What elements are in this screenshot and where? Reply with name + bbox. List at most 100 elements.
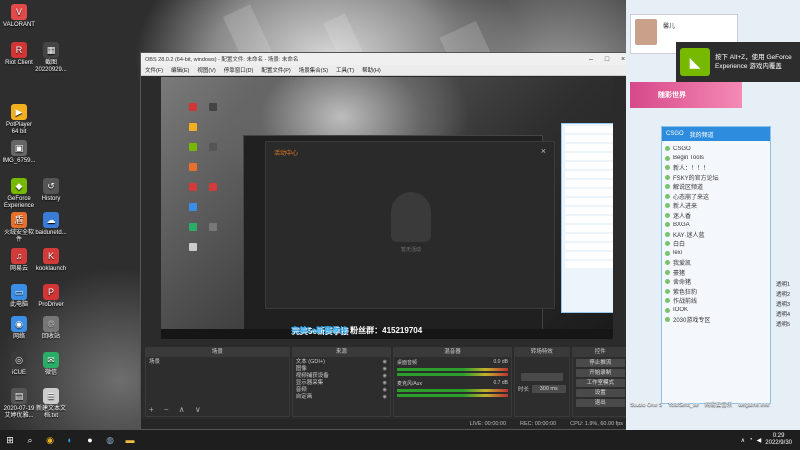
network-icon[interactable]: ◔ [749, 437, 753, 443]
desktop-icon[interactable]: ✉ 微信 [34, 352, 68, 377]
volume-icon[interactable]: ◀ [757, 437, 762, 444]
menu-view[interactable]: 视图(V) [197, 66, 215, 74]
qq-tab[interactable]: 我的频道 [690, 130, 714, 139]
side-user-item[interactable]: 透明5 [776, 320, 800, 330]
settings-button[interactable]: 设置 [575, 389, 626, 397]
duration-input[interactable]: 300 ms [531, 385, 566, 393]
desktop-icon[interactable]: ◉ 网络 [2, 316, 36, 341]
qq-member-row[interactable]: 作战前线 [665, 296, 767, 306]
source-item[interactable]: 显示器采集 ◉ [296, 380, 387, 387]
qq-member-row[interactable]: 迷人香 [665, 211, 767, 221]
explorer-icon[interactable]: ▬ [120, 430, 140, 450]
qq-member-row[interactable]: 心态崩了来这 [665, 192, 767, 202]
desktop-icon[interactable]: ◎ iCUE [2, 352, 36, 377]
mixer-dock[interactable]: 混音器 桌面音频 0.0 dB 麦克风/Aux 0.7 dB [392, 347, 512, 417]
qq-member-row[interactable]: IOOK [665, 306, 767, 316]
qq-member-row[interactable]: Begin Tools [665, 154, 767, 164]
obs-preview[interactable]: 活动中心 × 暂无活动 完美5e新赛季接 粉丝群：415219704 [161, 77, 613, 339]
desktop-icon[interactable]: Kkooklaunch [34, 248, 68, 273]
source-item[interactable]: 文本 (GDI+) ◉ [296, 359, 387, 366]
qq-member-row[interactable]: 2030游戏专区 [665, 315, 767, 325]
transitions-dock[interactable]: 转场特效 时长 300 ms [513, 347, 570, 417]
qq-member-row[interactable]: 豪猪 [665, 268, 767, 278]
side-user-item[interactable]: 透明4 [776, 310, 800, 320]
steam-icon[interactable]: ◍ [100, 430, 120, 450]
exit-button[interactable]: 退出 [575, 399, 626, 407]
menu-file[interactable]: 文件(F) [145, 66, 163, 74]
desktop-icon[interactable]: ☁ baidunetd... [34, 212, 68, 237]
volume-slider[interactable] [396, 373, 508, 376]
transition-select[interactable] [520, 373, 563, 381]
obs-window[interactable]: OBS 28.0.2 (64-bit, windows) - 配置文件: 未命名… [140, 52, 632, 430]
qq-member-row[interactable]: FSKY的官方论坛 [665, 173, 767, 183]
clock[interactable]: 0:29 2022/9/30 [765, 433, 792, 447]
search-icon[interactable]: ⌕ [20, 430, 40, 450]
qq-member-row[interactable]: KAY·迷人蓝 [665, 230, 767, 240]
desktop-icon[interactable]: ▦ 截图 20220929... [34, 42, 68, 74]
qq-member-row[interactable]: 我爱凯 [665, 258, 767, 268]
desktop-icon[interactable]: ▣ IMG_6759... [2, 140, 36, 165]
chrome-icon[interactable]: ◉ [40, 430, 60, 450]
minimize-icon[interactable]: – [583, 56, 599, 63]
promo-banner[interactable]: 随彩世界 [630, 82, 742, 108]
source-item[interactable]: 音频 ◉ [296, 387, 387, 394]
start-recording-button[interactable]: 开始录制 [575, 369, 626, 377]
obs-titlebar[interactable]: OBS 28.0.2 (64-bit, windows) - 配置文件: 未命名… [141, 53, 631, 65]
wegame-label[interactable]: wegame.exe [738, 402, 769, 408]
source-item[interactable]: 图像 ◉ [296, 366, 387, 373]
desktop-icon[interactable]: ▭ 此电脑 [2, 284, 36, 309]
qq-member-row[interactable]: 新人进来 [665, 201, 767, 211]
qq-channel-window[interactable]: CSGO 我的频道 CSGO Begin Tools 新人：！！！ FSKY的官方论坛… [661, 126, 771, 404]
netease-label[interactable]: 网易云音乐 [705, 400, 733, 408]
desktop-icon[interactable]: ♫ 网易云 [2, 248, 36, 273]
side-user-item[interactable]: 透明3 [776, 300, 800, 310]
desktop-icon[interactable]: ▤ 2020-07-19 艾婷优雅... [2, 388, 36, 420]
desktop-icon[interactable]: R Riot Client [2, 42, 36, 67]
desktop-icon[interactable]: ≣ 新建文本文档.txt [34, 388, 68, 420]
side-user-item[interactable]: 透明2 [776, 290, 800, 300]
menu-tools[interactable]: 工具(T) [336, 66, 354, 74]
desktop-icon[interactable]: P ProDriver [34, 284, 68, 309]
tray-chevron-icon[interactable]: ∧ [741, 437, 745, 444]
desktop-icon[interactable]: ↺ History [34, 178, 68, 203]
qq-member-row[interactable]: CSGO [665, 144, 767, 154]
scene-item[interactable]: 场景 [149, 359, 286, 366]
volume-slider[interactable] [396, 394, 508, 397]
geforce-notification[interactable]: ◣ 按下 Alt+Z，使用 GeForce Experience 游戏内覆盖 [676, 42, 800, 82]
qq-member-row[interactable]: BXGA [665, 220, 767, 230]
stop-stream-button[interactable]: 停止推流 [575, 359, 626, 367]
studio-mode-button[interactable]: 工作室模式 [575, 379, 626, 387]
activity-center-dialog[interactable]: 活动中心 × 暂无活动 [265, 141, 555, 309]
edge-icon[interactable]: ◐ [60, 430, 80, 450]
desktop-icon[interactable]: 盾火绒安全软件 [2, 212, 36, 244]
menu-edit[interactable]: 编辑(E) [171, 66, 189, 74]
menu-profile[interactable]: 配置文件(P) [261, 66, 290, 74]
scenes-dock[interactable]: 场景 场景 + − ∧ ∨ [145, 347, 290, 417]
sources-dock[interactable]: 来源 文本 (GDI+) ◉ 图像 ◉ 视频捕获设备 ◉ 显示器采集 ◉ 音频 ◉ 自定画… [291, 347, 391, 417]
source-item[interactable]: 视频捕获设备 ◉ [296, 373, 387, 380]
qq-member-row[interactable]: 解说区频道 [665, 182, 767, 192]
qq-member-row[interactable]: 舍命猪 [665, 277, 767, 287]
side-user-item[interactable]: 透明1 [776, 280, 800, 290]
source-item[interactable]: 自定画 ◉ [296, 394, 387, 401]
menu-help[interactable]: 帮助(H) [362, 66, 381, 74]
windows-icon[interactable]: ⊞ [0, 430, 20, 450]
desktop-icon[interactable]: ◆ GeForce Experience [2, 178, 36, 210]
scenes-dock-controls[interactable]: + − ∧ ∨ [149, 405, 205, 414]
menu-scene-collection[interactable]: 场景集合(S) [299, 66, 328, 74]
qq-member-row[interactable]: lexi [665, 249, 767, 259]
menu-docks[interactable]: 停靠窗口(D) [224, 66, 254, 74]
yolo-label[interactable]: YoloSent_se [668, 402, 699, 408]
desktop-icon[interactable]: ♲ 回收站 [34, 316, 68, 341]
qq-member-row[interactable]: 紫色狂豹 [665, 287, 767, 297]
maximize-icon[interactable]: □ [599, 56, 615, 63]
qq-member-row[interactable]: 白白 [665, 239, 767, 249]
controls-dock[interactable]: 控件 停止推流 开始录制 工作室模式 设置 退出 [571, 347, 630, 417]
desktop-icon[interactable]: ▶ PotPlayer 64 bit [2, 104, 36, 136]
qq-member-row[interactable]: 新人：！！！ [665, 163, 767, 173]
desktop-icon[interactable]: V VALORANT [2, 4, 36, 29]
dialog-close-icon[interactable]: × [541, 146, 546, 156]
studio-one-label[interactable]: Studio One 5 [630, 402, 662, 408]
obs-icon[interactable]: ● [80, 430, 100, 450]
qq-member-name: 新人进来 [673, 204, 698, 211]
